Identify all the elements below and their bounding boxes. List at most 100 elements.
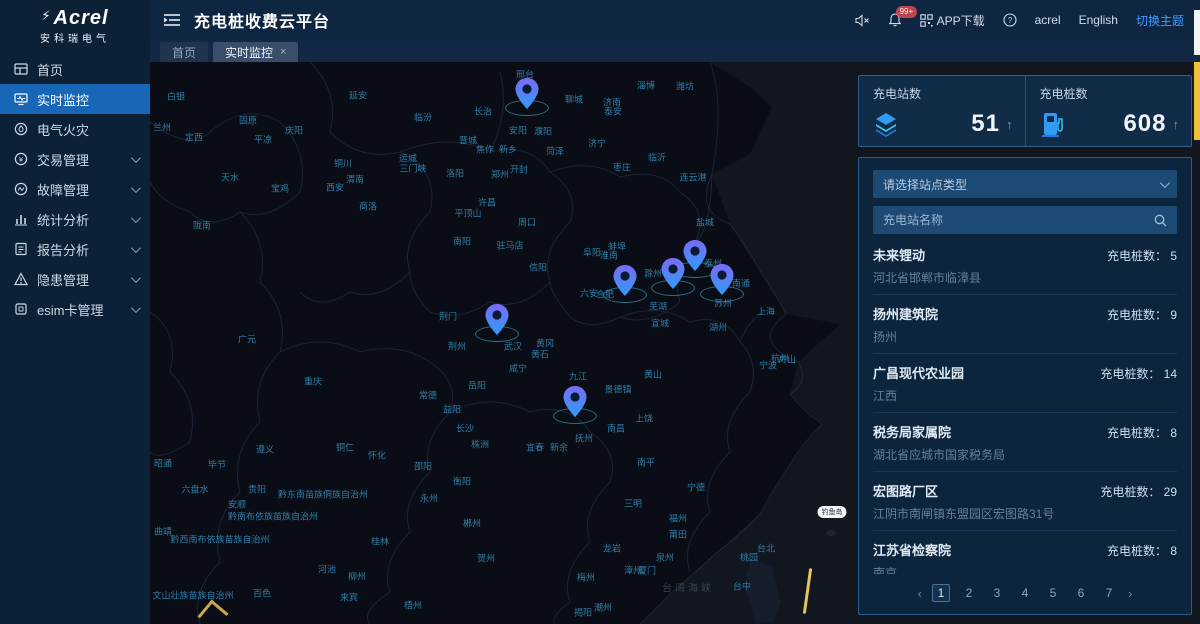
page-scrollbar[interactable] [1194,0,1200,624]
map-city-label: 临沂 [648,151,666,164]
map-city-label: 泉州 [656,551,674,564]
pagination-page-7[interactable]: 7 [1100,584,1118,602]
pile-count-stat: 充电桩数 608 ↑ [1025,76,1192,146]
page-title: 充电桩收费云平台 [194,8,330,32]
map-city-label: 晋城 [459,134,477,147]
station-map-pin[interactable] [651,240,695,292]
map-city-label: 常德 [419,389,437,402]
map-city-label: 重庆 [304,375,322,388]
map-city-label: 平凉 [254,133,272,146]
pagination-page-4[interactable]: 4 [1016,584,1034,602]
sidebar-item-9[interactable]: esim卡管理 [0,294,150,324]
sidebar-item-8[interactable]: 隐患管理 [0,264,150,294]
pagination-page-3[interactable]: 3 [988,584,1006,602]
map-city-label: 桃园 [740,551,758,564]
map-city-label: 广元 [238,333,256,346]
sidebar-collapse-icon[interactable] [164,13,180,27]
language-switch[interactable]: English [1079,13,1118,27]
sidebar-item-6[interactable]: 统计分析 [0,204,150,234]
sidebar-item-5[interactable]: 故障管理 [0,174,150,204]
station-search-input[interactable] [883,213,1154,227]
station-search-box[interactable] [873,206,1177,234]
chevron-down-icon [131,153,141,163]
sidebar-item-label: 电气火灾 [37,120,89,139]
sidebar-item-2[interactable]: 实时监控 [0,84,150,114]
station-name: 广昌现代农业园 [873,363,964,382]
map-city-label: 河池 [318,563,336,576]
map-city-label: 台北 [757,542,775,555]
station-type-select[interactable]: 请选择站点类型 [873,170,1177,198]
sidebar-item-label: 统计分析 [37,210,89,229]
station-list-item[interactable]: 未来锂动充电桩数： 5河北省邯郸市临漳县 [873,236,1177,295]
map-city-label: 武汉 [504,340,522,353]
scrollbar-thumb[interactable] [1194,10,1200,55]
map-city-label: 遵义 [256,443,274,456]
app-download-button[interactable]: APP下载 [920,12,985,29]
sidebar-item-label: 隐患管理 [37,270,89,289]
qr-code-icon [920,14,933,27]
help-icon[interactable]: ? [1003,13,1017,27]
map-city-label: 兰州 [153,121,171,134]
map-city-label: 宜春 [526,441,544,454]
station-list-item[interactable]: 宏图路厂区充电桩数： 29江阴市南闸镇东盟园区宏图路31号 [873,472,1177,531]
station-list-item[interactable]: 扬州建筑院充电桩数： 9扬州 [873,295,1177,354]
station-list-item[interactable]: 广昌现代农业园充电桩数： 14江西 [873,354,1177,413]
pagination-page-1[interactable]: 1 [932,584,950,602]
station-list-item[interactable]: 税务局家属院 充电桩数： 8 湖北省应城市国家税务局 [873,413,1177,472]
tab-2[interactable]: 实时监控× [213,42,298,62]
map-city-label: 长沙 [456,422,474,435]
svg-text:¥: ¥ [19,155,24,164]
station-map-pin[interactable] [505,62,549,112]
sidebar-item-7[interactable]: 报告分析 [0,234,150,264]
scrollbar-marker[interactable] [1194,62,1200,140]
map-city-label: 毕节 [208,458,226,471]
chevron-down-icon [131,303,141,313]
search-icon[interactable] [1154,214,1167,227]
map-city-label: 黄石 [531,348,549,361]
station-map-pin[interactable] [475,286,519,338]
station-pile-count: 充电桩数： 5 [1107,247,1177,264]
map-city-label: 固原 [239,114,257,127]
station-map-pin[interactable] [603,247,647,299]
tab-close-icon[interactable]: × [280,46,286,58]
tab-1[interactable]: 首页 [160,42,208,62]
station-map-pin[interactable] [700,246,744,298]
station-list-item[interactable]: 江苏省检察院充电桩数： 8南京 [873,531,1177,574]
acrel-logo-icon: ⚡ [41,8,51,24]
theme-switch-link[interactable]: 切换主题 [1136,12,1184,29]
map-city-label: 贵阳 [248,483,266,496]
stats-icon [14,212,28,226]
map-city-label: 岳阳 [468,379,486,392]
svg-text:?: ? [1007,16,1012,25]
pagination-page-2[interactable]: 2 [960,584,978,602]
sidebar-item-4[interactable]: ¥交易管理 [0,144,150,174]
station-name: 未来锂动 [873,245,925,264]
station-pile-count: 充电桩数： 29 [1100,483,1177,500]
station-map-pin[interactable] [553,368,597,420]
notification-bell-icon[interactable]: 99+ [888,13,902,27]
map-city-label: 郑州 [491,168,509,181]
map-city-label: 安阳 [509,124,527,137]
map-city-label: 龙岩 [603,542,621,555]
pagination-page-6[interactable]: 6 [1072,584,1090,602]
sidebar-item-3[interactable]: 电气火灾 [0,114,150,144]
station-pile-count: 充电桩数： 8 [1107,542,1177,559]
station-name: 江苏省检察院 [873,540,951,559]
map-city-label: 永州 [420,492,438,505]
map-city-label: 厦门 [638,564,656,577]
station-address: 湖北省应城市国家税务局 [873,446,1177,463]
pagination-page-5[interactable]: 5 [1044,584,1062,602]
map-city-label: 潮州 [594,601,612,614]
mute-icon[interactable] [855,14,870,27]
sidebar-item-1[interactable]: 首页 [0,54,150,84]
pagination-next-button[interactable]: › [1128,586,1132,601]
brand-subtitle: 安科瑞电气 [0,30,150,45]
monitor-icon [14,92,28,106]
pagination-prev-button[interactable]: ‹ [918,586,922,601]
station-name: 税务局家属院 [873,422,951,441]
map-city-label: 阜阳 [583,246,601,259]
map-city-label: 黔东南苗族侗族自治州 [278,488,368,501]
charging-pile-icon [1040,111,1066,137]
username-menu[interactable]: acrel [1035,13,1061,27]
station-pile-count: 充电桩数： 8 [1107,424,1177,441]
